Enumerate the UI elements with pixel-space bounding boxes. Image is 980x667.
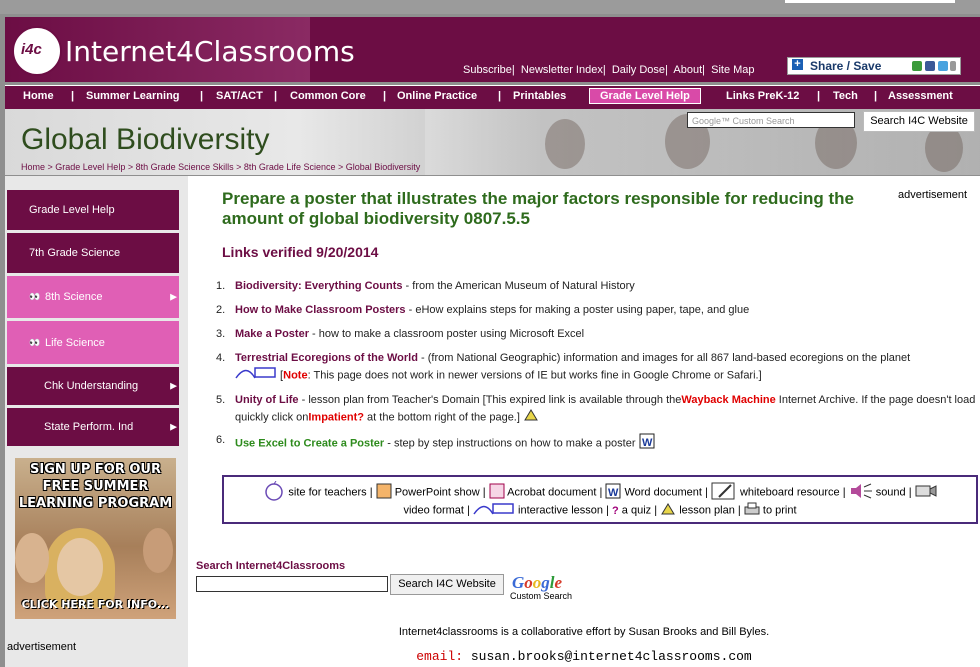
nav-home[interactable]: Home xyxy=(23,90,54,102)
nav-common-core[interactable]: Common Core xyxy=(290,90,366,102)
search-i4c-button[interactable]: Search I4C Website xyxy=(863,111,975,132)
browser-top-band xyxy=(0,0,980,14)
word-document-icon: W xyxy=(639,433,655,454)
nav-tech[interactable]: Tech xyxy=(833,90,858,102)
chevron-right-icon: ▶ xyxy=(170,421,177,432)
top-link-daily-dose[interactable]: Daily Dose xyxy=(612,64,665,76)
bottom-search-input[interactable] xyxy=(196,576,388,592)
svg-text:W: W xyxy=(642,437,653,449)
page-headline: Prepare a poster that illustrates the ma… xyxy=(222,189,854,228)
chevron-right-icon: ▶ xyxy=(170,380,177,391)
breadcrumb-home[interactable]: Home xyxy=(21,162,45,172)
eyes-icon: 👀 xyxy=(29,291,41,302)
share-save-button[interactable]: + Share / Save xyxy=(787,57,961,75)
printer-icon xyxy=(744,502,760,519)
footer-email: email: susan.brooks@internet4classrooms.… xyxy=(416,649,752,664)
summer-learning-promo[interactable]: SIGN UP FOR OUR FREE SUMMER LEARNING PRO… xyxy=(15,458,176,619)
links-verified: Links verified 9/20/2014 xyxy=(222,244,379,260)
top-link-about[interactable]: About xyxy=(673,64,702,76)
chevron-right-icon: ▶ xyxy=(170,291,177,302)
link-wayback-machine[interactable]: Wayback Machine xyxy=(681,394,775,406)
breadcrumb: Home > Grade Level Help > 8th Grade Scie… xyxy=(21,162,421,172)
video-camera-icon xyxy=(915,483,937,502)
link-use-excel-to-create-a-poster[interactable]: Use Excel to Create a Poster xyxy=(235,437,384,449)
acrobat-icon xyxy=(489,483,505,502)
share-dropdown-icon xyxy=(950,61,956,71)
nav-grade-level-help[interactable]: Grade Level Help xyxy=(589,88,701,104)
logo[interactable]: i4c Internet4Classrooms xyxy=(5,17,355,82)
main-content: Prepare a poster that illustrates the ma… xyxy=(188,176,980,667)
nav-assessment[interactable]: Assessment xyxy=(888,90,953,102)
link-make-a-poster[interactable]: Make a Poster xyxy=(235,328,309,340)
page-title: Global Biodiversity xyxy=(21,123,270,156)
logo-badge-icon: i4c xyxy=(12,26,62,76)
interactive-lesson-icon xyxy=(473,502,515,519)
sidebar-item-life-science[interactable]: 👀 Life Science xyxy=(7,321,179,364)
resource-type-legend: site for teachers | PowerPoint show | Ac… xyxy=(222,475,978,524)
link-how-to-make-classroom-posters[interactable]: How to Make Classroom Posters xyxy=(235,304,406,316)
eyes-icon: 👀 xyxy=(29,337,41,347)
google-custom-search-label: Custom Search xyxy=(510,591,573,601)
site-header: i4c Internet4Classrooms Subscribe| Newsl… xyxy=(5,17,980,82)
custom-search-input[interactable]: Google™ Custom Search xyxy=(687,112,855,128)
sidebar-item-8th-science[interactable]: 👀 8th Science ▶ xyxy=(7,276,179,318)
top-link-site-map[interactable]: Site Map xyxy=(711,64,754,76)
link-biodiversity-everything-counts[interactable]: Biodiversity: Everything Counts xyxy=(235,280,402,292)
main-nav: Home | Summer Learning | SAT/ACT | Commo… xyxy=(5,85,980,110)
link-terrestrial-ecoregions[interactable]: Terrestrial Ecoregions of the World xyxy=(235,352,418,364)
breadcrumb-8th-grade-life-science[interactable]: 8th Grade Life Science xyxy=(244,162,336,172)
google-logo: Google xyxy=(512,573,563,592)
link-unity-of-life[interactable]: Unity of Life xyxy=(235,394,299,406)
top-links: Subscribe| Newsletter Index| Daily Dose|… xyxy=(463,64,755,76)
sound-icon xyxy=(849,482,873,503)
breadcrumb-8th-grade-science[interactable]: 8th Grade Science Skills xyxy=(136,162,234,172)
nav-summer-learning[interactable]: Summer Learning xyxy=(86,90,180,102)
link-impatient[interactable]: Impatient? xyxy=(308,411,364,423)
powerpoint-icon xyxy=(376,483,392,502)
share-service-icon xyxy=(912,61,922,71)
facebook-icon xyxy=(925,61,935,71)
quiz-icon: ? xyxy=(612,504,619,517)
lesson-plan-icon xyxy=(660,502,676,519)
promo-cta: CLICK HERE FOR INFO... xyxy=(21,598,170,611)
bottom-search-button[interactable]: Search I4C Website xyxy=(390,574,504,595)
breadcrumb-current: Global Biodiversity xyxy=(345,162,421,172)
svg-text:W: W xyxy=(608,487,619,499)
plus-icon: + xyxy=(792,59,803,70)
lesson-plan-icon xyxy=(523,408,539,427)
sidebar-advertisement-label: advertisement xyxy=(7,641,77,653)
top-link-subscribe[interactable]: Subscribe xyxy=(463,64,512,76)
nav-links-prek-12[interactable]: Links PreK-12 xyxy=(726,90,799,102)
interactive-lesson-icon xyxy=(235,366,277,385)
sidebar-item-state-perform-ind[interactable]: State Perform. Ind ▶ xyxy=(7,408,179,446)
logo-text: Internet4Classrooms xyxy=(65,35,355,68)
advertisement-label: advertisement xyxy=(898,189,968,201)
nav-printables[interactable]: Printables xyxy=(513,90,566,102)
twitter-icon xyxy=(938,61,948,71)
bottom-search-label: Search Internet4Classrooms xyxy=(196,560,346,572)
top-search-stub xyxy=(785,0,955,3)
top-link-newsletter[interactable]: Newsletter Index xyxy=(521,64,603,76)
sidebar-item-7th-grade-science[interactable]: 7th Grade Science xyxy=(7,233,179,273)
footer-credit: Internet4classrooms is a collaborative e… xyxy=(398,626,770,638)
nav-sat-act[interactable]: SAT/ACT xyxy=(216,90,263,102)
sidebar-item-chk-understanding[interactable]: Chk Understanding ▶ xyxy=(7,367,179,405)
whiteboard-icon xyxy=(711,481,737,504)
page-banner: Global Biodiversity Home > Grade Level H… xyxy=(5,109,980,175)
email-link[interactable]: susan.brooks@internet4classrooms.com xyxy=(471,649,752,664)
nav-online-practice[interactable]: Online Practice xyxy=(397,90,477,102)
apple-icon xyxy=(263,480,285,504)
sidebar-item-grade-level-help[interactable]: Grade Level Help xyxy=(7,190,179,230)
word-document-icon: W xyxy=(605,483,621,502)
breadcrumb-grade-level-help[interactable]: Grade Level Help xyxy=(55,162,125,172)
